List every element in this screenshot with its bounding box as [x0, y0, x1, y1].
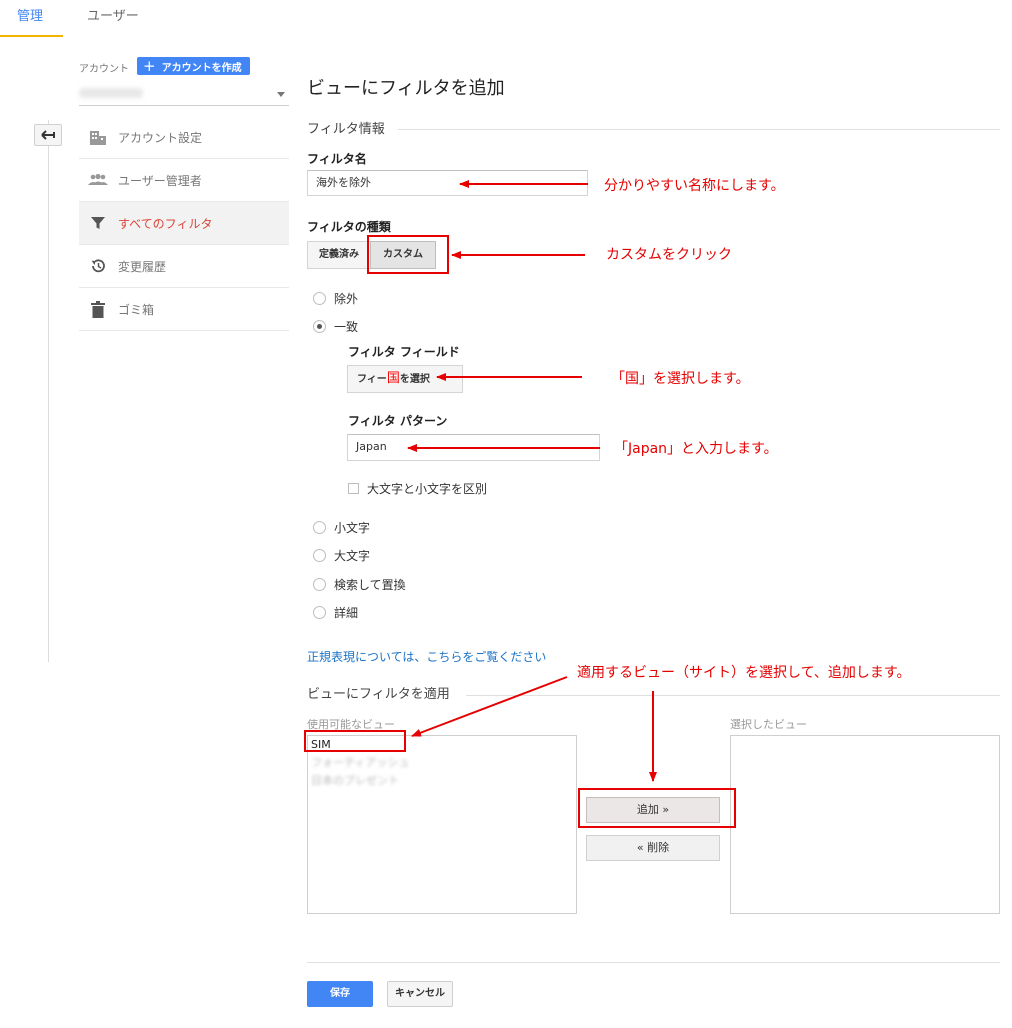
radio-label: 小文字 — [334, 520, 371, 535]
sidebar-item-change-history[interactable]: 変更履歴 — [79, 245, 289, 288]
people-icon — [88, 170, 108, 190]
add-highlight-box — [578, 788, 736, 828]
back-button[interactable] — [34, 124, 62, 146]
filter-pattern-label: フィルタ パターン — [348, 414, 448, 428]
account-name-redacted — [79, 88, 143, 98]
create-account-button[interactable]: + アカウントを作成 — [137, 57, 250, 75]
selected-views-label: 選択したビュー — [730, 718, 807, 731]
caret-down-icon — [277, 92, 285, 97]
field-button-overlay-text: 国 — [386, 371, 400, 386]
radio-label: 一致 — [334, 319, 359, 334]
filter-pattern-input[interactable]: Japan — [347, 434, 600, 461]
radio-exclude[interactable]: 除外 — [313, 289, 358, 307]
field-button-text-right: を選択 — [399, 374, 430, 385]
create-account-label: アカウントを作成 — [161, 62, 242, 74]
apply-heading: ビューにフィルタを適用 — [307, 687, 450, 702]
radio-lowercase[interactable]: 小文字 — [313, 518, 370, 536]
regex-help-link[interactable]: 正規表現については、こちらをご覧ください — [307, 648, 546, 665]
sidebar-item-label: すべてのフィルタ — [118, 216, 213, 231]
sidebar-item-label: 変更履歴 — [118, 259, 167, 274]
country-note: 「国」を選択します。 — [611, 371, 750, 387]
sidebar-item-label: アカウント設定 — [118, 130, 203, 145]
plus-icon: + — [143, 56, 156, 75]
account-label: アカウント — [79, 64, 129, 75]
field-button-text-left: フィー — [357, 374, 387, 385]
account-selector[interactable] — [79, 82, 289, 106]
predefined-type-button[interactable]: 定義済み — [307, 241, 371, 269]
name-note: 分かりやすい名称にします。 — [604, 178, 785, 194]
sim-highlight-box — [304, 730, 406, 752]
rail-divider — [48, 120, 49, 662]
radio-search-replace[interactable]: 検索して置換 — [313, 575, 406, 593]
radio-uppercase[interactable]: 大文字 — [313, 546, 370, 564]
view-option-redacted[interactable]: フォーティアッシュ — [308, 754, 576, 772]
save-button[interactable]: 保存 — [307, 981, 373, 1007]
sidebar-item-all-filters[interactable]: すべてのフィルタ — [79, 202, 289, 245]
radio-circle — [313, 577, 326, 591]
trash-icon — [88, 299, 108, 319]
radio-circle — [313, 291, 326, 305]
checkbox-label: 大文字と小文字を区別 — [367, 482, 488, 496]
radio-include[interactable]: 一致 — [313, 317, 358, 335]
radio-circle — [313, 548, 326, 562]
custom-note: カスタムをクリック — [606, 247, 732, 263]
filter-name-input[interactable]: 海外を除外 — [307, 170, 588, 196]
tab-users[interactable]: ユーザー — [87, 0, 139, 38]
history-icon — [88, 256, 108, 276]
select-field-button[interactable]: フィー国を選択 — [347, 365, 463, 393]
cancel-button[interactable]: キャンセル — [387, 981, 453, 1007]
radio-label: 除外 — [334, 291, 359, 306]
available-views-list[interactable]: SIM フォーティアッシュ 日本のプレゼント — [307, 735, 577, 914]
footer-divider — [307, 962, 1000, 963]
filter-type-label: フィルタの種類 — [307, 220, 391, 234]
filter-icon — [88, 213, 108, 233]
sidebar-item-label: ユーザー管理者 — [118, 173, 202, 188]
filter-field-label: フィルタ フィールド — [348, 345, 460, 359]
back-arrow-icon — [41, 130, 55, 140]
custom-highlight-box — [367, 235, 449, 274]
case-sensitive-checkbox[interactable]: 大文字と小文字を区別 — [348, 480, 487, 497]
japan-note: 「Japan」と入力します。 — [614, 441, 778, 457]
radio-label: 大文字 — [334, 548, 371, 563]
tab-admin[interactable]: 管理 — [17, 0, 43, 38]
section-divider — [466, 695, 1000, 696]
checkbox-box — [348, 483, 359, 494]
sidebar-item-account-settings[interactable]: アカウント設定 — [79, 116, 289, 159]
sidebar-item-trash[interactable]: ゴミ箱 — [79, 288, 289, 331]
radio-circle — [313, 605, 326, 619]
radio-label: 検索して置換 — [334, 577, 406, 592]
sidebar-nav: アカウント設定 ユーザー管理者 すべてのフィルタ 変更履歴 ゴミ箱 — [79, 116, 289, 331]
selected-views-list[interactable] — [730, 735, 1000, 914]
sidebar-item-label: ゴミ箱 — [118, 302, 155, 317]
active-tab-indicator — [0, 35, 63, 37]
filter-info-heading: フィルタ情報 — [307, 122, 385, 137]
sidebar-item-user-management[interactable]: ユーザー管理者 — [79, 159, 289, 202]
apply-note: 適用するビュー（サイト）を選択して、追加します。 — [577, 665, 911, 681]
building-icon — [88, 127, 108, 147]
radio-label: 詳細 — [334, 605, 359, 620]
view-option-redacted[interactable]: 日本のプレゼント — [308, 772, 576, 790]
section-divider — [398, 129, 1000, 130]
radio-advanced[interactable]: 詳細 — [313, 603, 358, 621]
radio-circle-checked — [313, 319, 326, 333]
filter-name-label: フィルタ名 — [307, 152, 367, 166]
remove-view-button[interactable]: « 削除 — [586, 835, 720, 861]
radio-circle — [313, 520, 326, 534]
page-title: ビューにフィルタを追加 — [307, 78, 505, 99]
